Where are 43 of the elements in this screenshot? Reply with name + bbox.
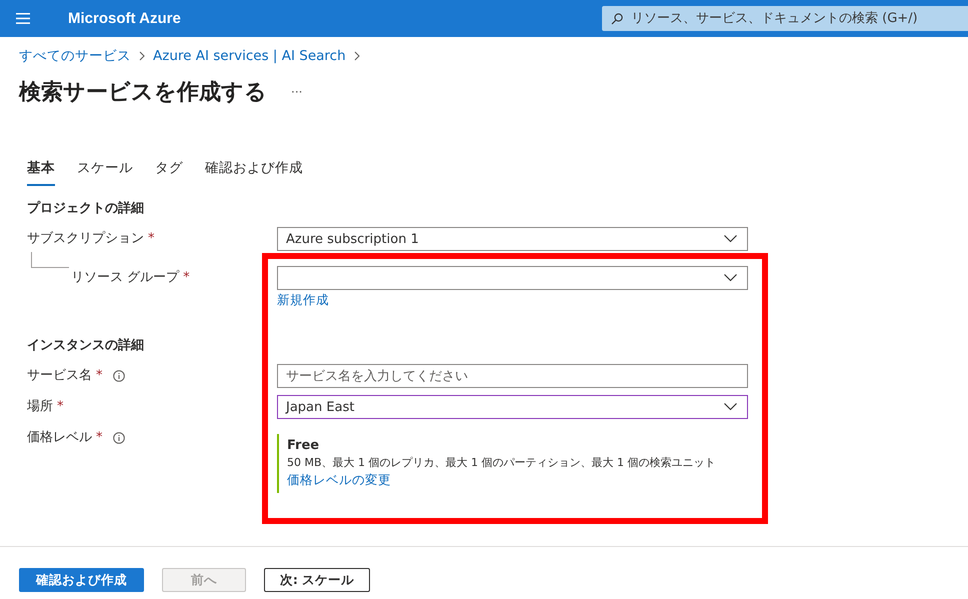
footer-button[interactable]: 次: スケール <box>264 568 370 592</box>
field-label: サブスクリプション <box>27 230 144 248</box>
create-new-link[interactable]: 新規作成 <box>277 292 748 309</box>
tab[interactable]: 確認および作成 <box>205 159 303 186</box>
breadcrumb-link[interactable]: すべてのサービス <box>19 47 131 65</box>
section-heading: インスタンスの詳細 <box>27 337 145 355</box>
chevron-icon <box>139 51 145 61</box>
tab[interactable]: タグ <box>155 159 183 186</box>
footer-button[interactable]: 確認および作成 <box>19 568 144 592</box>
tab[interactable]: スケール <box>77 159 133 186</box>
dropdown[interactable] <box>277 266 748 290</box>
brand-name[interactable]: Microsoft Azure <box>68 10 181 27</box>
dropdown-value: Japan East <box>286 400 356 414</box>
change-tier-link[interactable]: 価格レベルの変更 <box>287 472 740 489</box>
field-label: リソース グループ <box>71 269 180 287</box>
required-mark: * <box>96 367 102 385</box>
field-label: 場所 <box>27 398 53 416</box>
tab[interactable]: 基本 <box>27 159 55 186</box>
required-mark: * <box>57 398 64 416</box>
info-icon[interactable] <box>112 432 124 444</box>
search-icon <box>611 12 623 24</box>
caret-icon <box>724 274 737 282</box>
chevron-icon <box>354 51 360 61</box>
field-label: サービス名 <box>27 367 92 385</box>
section-heading: プロジェクトの詳細 <box>27 200 145 218</box>
page-title: 検索サービスを作成する <box>19 79 267 107</box>
tier-description: 50 MB、最大 1 個のレプリカ、最大 1 個のパーティション、最大 1 個の検索ユニット <box>287 455 717 470</box>
menu-icon[interactable] <box>16 13 30 24</box>
dropdown[interactable]: Japan East <box>277 395 748 419</box>
input-field[interactable]: サービス名を入力してください <box>277 364 748 388</box>
required-mark: * <box>183 269 190 287</box>
required-mark: * <box>96 429 102 447</box>
dropdown[interactable]: Azure subscription 1 <box>277 227 748 251</box>
field-label: 価格レベル <box>27 429 92 447</box>
caret-icon <box>724 403 737 411</box>
breadcrumb-link[interactable]: Azure AI services | AI Search <box>153 48 346 64</box>
search-field[interactable]: リソース、サービス、ドキュメントの検索 (G+/) <box>602 6 968 31</box>
dropdown-value: Azure subscription 1 <box>286 232 420 246</box>
tier-name: Free <box>287 438 320 453</box>
required-mark: * <box>148 230 154 248</box>
info-icon[interactable] <box>112 370 124 382</box>
caret-icon <box>724 235 737 243</box>
more-button[interactable]: ··· <box>291 85 302 99</box>
